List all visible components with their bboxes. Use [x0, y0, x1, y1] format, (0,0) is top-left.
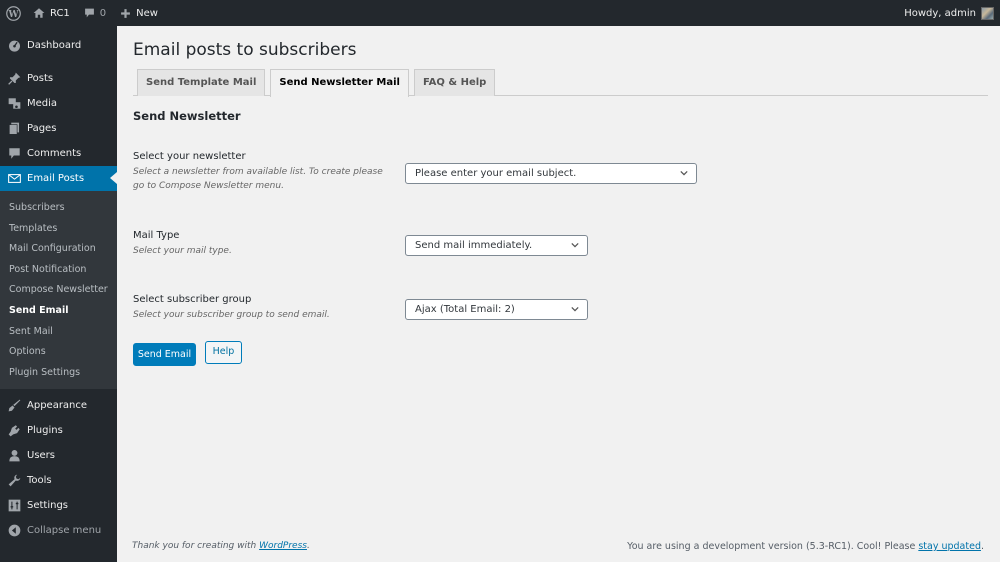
section-title: Send Newsletter: [133, 109, 241, 123]
sidebar-item-users[interactable]: Users: [0, 443, 117, 468]
sidebar-item-tools[interactable]: Tools: [0, 468, 117, 493]
my-account-menu[interactable]: Howdy, admin: [897, 0, 1000, 26]
footer-version-suffix: .: [980, 541, 984, 552]
chevron-down-icon: [680, 170, 688, 176]
sidebar-item-label: Media: [27, 98, 58, 109]
page-title: Email posts to subscribers: [133, 40, 357, 60]
sidebar-item-posts[interactable]: Posts: [0, 66, 117, 91]
mail-type-select[interactable]: Send mail immediately.: [405, 235, 588, 256]
subscriber-group-select[interactable]: Ajax (Total Email: 2): [405, 299, 588, 320]
comment-icon: [84, 7, 95, 19]
stay-updated-link[interactable]: stay updated: [918, 541, 981, 552]
sidebar-item-label: Dashboard: [27, 40, 82, 51]
home-icon: [33, 7, 45, 19]
footer-thanks: Thank you for creating with WordPress.: [132, 541, 310, 551]
settings-icon: [7, 499, 21, 513]
wrench-icon: [7, 474, 21, 488]
footer-thanks-prefix: Thank you for creating with: [132, 541, 260, 551]
form-row-mail-type: Mail Type Select your mail type. Send ma…: [133, 230, 988, 258]
submenu-item-templates[interactable]: Templates: [0, 219, 117, 240]
tab-send-template-mail[interactable]: Send Template Mail: [137, 69, 266, 96]
submenu-item-plugin-settings[interactable]: Plugin Settings: [0, 363, 117, 384]
plugin-icon: [7, 424, 21, 438]
wordpress-logo-menu[interactable]: W: [0, 0, 26, 26]
submenu-item-subscribers[interactable]: Subscribers: [0, 198, 117, 219]
chevron-down-icon: [571, 306, 579, 312]
sidebar-item-settings[interactable]: Settings: [0, 493, 117, 518]
footer-version-prefix: You are using a development version (5.3…: [627, 541, 919, 552]
sidebar-item-appearance[interactable]: Appearance: [0, 393, 117, 418]
selected-value: Ajax (Total Email: 2): [415, 304, 515, 315]
submenu-item-post-notification[interactable]: Post Notification: [0, 260, 117, 281]
user-icon: [7, 449, 21, 463]
svg-text:W: W: [7, 9, 19, 19]
comment-icon: [7, 147, 21, 161]
footer-version: You are using a development version (5.3…: [627, 541, 984, 552]
submenu-item-options[interactable]: Options: [0, 342, 117, 363]
sidebar-item-label: Posts: [27, 73, 54, 84]
site-name: RC1: [50, 7, 70, 19]
sidebar-item-label: Email Posts: [27, 173, 85, 184]
sidebar-item-label: Plugins: [27, 425, 63, 437]
sidebar-item-label: Users: [27, 450, 56, 462]
form-row-subscriber-group: Select subscriber group Select your subs…: [133, 294, 988, 322]
wordpress-logo-icon: W: [5, 5, 21, 21]
sidebar-item-label: Appearance: [27, 400, 88, 412]
site-name-menu[interactable]: RC1: [26, 0, 77, 26]
footer-thanks-suffix: .: [306, 541, 310, 551]
send-email-button[interactable]: Send Email: [133, 343, 196, 366]
main-content: Email posts to subscribers Send Template…: [133, 26, 988, 366]
collapse-icon: [7, 524, 21, 538]
sidebar-item-label: Pages: [27, 123, 57, 134]
comments-menu[interactable]: 0: [77, 0, 113, 26]
paintbrush-icon: [7, 399, 21, 413]
nav-tabs: Send Template Mail Send Newsletter Mail …: [133, 69, 988, 97]
submenu-item-send-email[interactable]: Send Email: [0, 301, 117, 322]
selected-value: Please enter your email subject.: [415, 168, 577, 179]
collapse-menu-button[interactable]: Collapse menu: [0, 518, 117, 543]
new-content-menu[interactable]: New: [113, 0, 165, 26]
submenu-item-sent-mail[interactable]: Sent Mail: [0, 322, 117, 343]
pages-icon: [7, 122, 21, 136]
sidebar-item-pages[interactable]: Pages: [0, 116, 117, 141]
email-posts-submenu: Subscribers Templates Mail Configuration…: [0, 191, 117, 390]
dashboard-icon: [7, 39, 21, 53]
avatar: [981, 6, 994, 20]
field-description: Select your subscriber group to send ema…: [133, 310, 330, 320]
pushpin-icon: [7, 72, 21, 86]
sidebar-item-plugins[interactable]: Plugins: [0, 418, 117, 443]
sidebar-item-media[interactable]: Media: [0, 91, 117, 116]
help-button[interactable]: Help: [205, 341, 242, 364]
greeting: Howdy, admin: [904, 7, 976, 19]
wordpress-link[interactable]: WordPress: [259, 541, 307, 551]
sidebar-item-label: Settings: [27, 500, 69, 512]
field-label: Select your newsletter: [133, 151, 246, 162]
sidebar-item-comments[interactable]: Comments: [0, 141, 117, 166]
field-description: Select a newsletter from available list.…: [133, 167, 383, 191]
sidebar-item-email-posts[interactable]: Email Posts: [0, 166, 117, 191]
tab-send-newsletter-mail[interactable]: Send Newsletter Mail: [270, 69, 409, 97]
submenu-item-mail-configuration[interactable]: Mail Configuration: [0, 239, 117, 260]
admin-bar: W RC1 0 New Howdy, admin: [0, 0, 1000, 26]
submenu-item-compose-newsletter[interactable]: Compose Newsletter: [0, 280, 117, 301]
sidebar-item-label: Tools: [27, 475, 52, 487]
tab-faq-help[interactable]: FAQ & Help: [413, 69, 496, 96]
chevron-down-icon: [571, 242, 579, 248]
form-row-newsletter: Select your newsletter Select a newslett…: [133, 151, 988, 193]
new-label: New: [136, 7, 158, 19]
sidebar-item-dashboard[interactable]: Dashboard: [0, 33, 117, 58]
media-icon: [7, 97, 21, 111]
selected-value: Send mail immediately.: [415, 240, 533, 251]
admin-sidebar: Dashboard Posts Media Pages Comments Ema…: [0, 26, 117, 562]
comments-count: 0: [99, 7, 107, 19]
field-description: Select your mail type.: [133, 246, 232, 256]
newsletter-select[interactable]: Please enter your email subject.: [405, 163, 697, 184]
plus-icon: [120, 8, 131, 19]
collapse-menu-label: Collapse menu: [27, 525, 102, 537]
email-icon: [7, 172, 21, 186]
sidebar-item-label: Comments: [27, 148, 82, 159]
